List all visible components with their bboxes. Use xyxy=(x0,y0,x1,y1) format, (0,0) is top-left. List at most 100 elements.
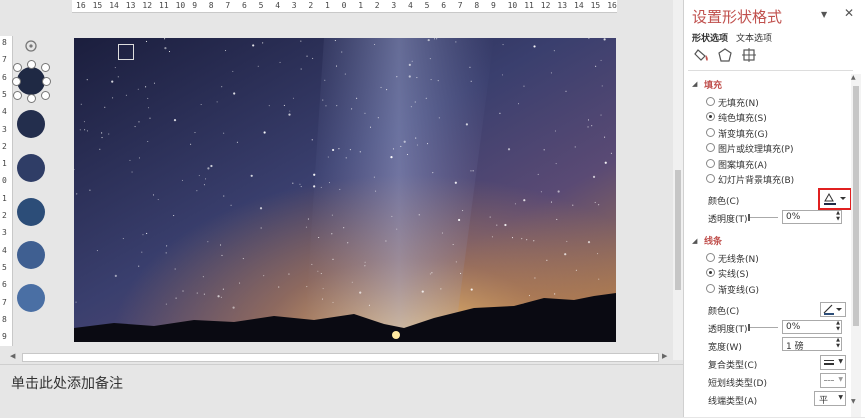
fill-option-radio[interactable] xyxy=(706,97,715,106)
star-dot xyxy=(385,240,387,242)
star-dot xyxy=(312,57,314,59)
close-icon[interactable]: ✕ xyxy=(844,6,854,20)
color-swatch-circle[interactable] xyxy=(17,241,45,269)
star-dot xyxy=(175,297,177,299)
star-dot xyxy=(259,207,263,210)
star-dot xyxy=(138,157,141,159)
fill-option-label[interactable]: 图片或纹理填充(P) xyxy=(718,142,793,155)
star-dot xyxy=(252,44,255,47)
star-dot xyxy=(604,161,607,164)
ruler-tick-label: 2 xyxy=(308,1,314,10)
fill-transparency-input[interactable]: 0% ▲ ▼ xyxy=(782,210,842,224)
star-dot xyxy=(300,68,302,70)
star-dot xyxy=(526,239,528,241)
ruler-tick-label: 10 xyxy=(507,1,518,10)
fill-color-button[interactable] xyxy=(818,188,852,210)
line-option-radio[interactable] xyxy=(706,253,715,262)
star-dot xyxy=(278,286,280,288)
notes-pane[interactable]: 单击此处添加备注 xyxy=(0,364,683,418)
cap-type-label: 线端类型(A) xyxy=(708,397,758,407)
selection-square[interactable] xyxy=(118,44,134,60)
fill-option-radio[interactable] xyxy=(706,159,715,168)
dash-type-dropdown[interactable]: ▼ xyxy=(820,373,846,388)
line-width-input[interactable]: 1 磅 ▲ ▼ xyxy=(782,337,842,352)
line-color-button[interactable] xyxy=(820,302,846,317)
line-width-label: 宽度(W) xyxy=(708,343,742,353)
star-dot xyxy=(165,252,167,254)
horizontal-scrollbar[interactable]: ◀ ▶ xyxy=(10,352,670,362)
star-dot xyxy=(356,97,358,99)
ruler-tick-label: 1 xyxy=(358,1,364,10)
dash-type-label: 短划线类型(D) xyxy=(708,379,767,389)
selection-handle[interactable] xyxy=(41,63,50,72)
fill-option-label[interactable]: 无填充(N) xyxy=(718,96,759,109)
star-dot xyxy=(134,126,136,128)
star-dot xyxy=(587,119,590,121)
star-dot xyxy=(408,63,411,66)
color-swatch-circle[interactable] xyxy=(17,110,45,138)
fill-line-icon[interactable] xyxy=(694,47,710,63)
selection-handle[interactable] xyxy=(13,91,22,100)
star-dot xyxy=(511,237,514,239)
star-dot xyxy=(288,113,291,116)
line-transparency-slider[interactable] xyxy=(748,324,778,331)
star-dot xyxy=(429,58,431,60)
ruler-tick-label: 3 xyxy=(291,1,297,10)
color-swatch-circle[interactable] xyxy=(17,67,45,95)
star-dot xyxy=(338,148,340,150)
star-dot xyxy=(601,85,603,87)
line-option-label[interactable]: 无线条(N) xyxy=(718,252,759,265)
fill-option-label[interactable]: 图案填充(A) xyxy=(718,158,767,171)
panel-scrollbar[interactable]: ▲ ▼ xyxy=(851,74,861,417)
star-dot xyxy=(306,286,308,288)
panel-menu-chevron-icon[interactable]: ▼ xyxy=(821,10,827,19)
selection-handle[interactable] xyxy=(27,94,36,103)
slide-canvas[interactable] xyxy=(74,38,616,342)
selection-handle[interactable] xyxy=(41,91,50,100)
fill-section-header[interactable]: 填充 xyxy=(704,78,722,91)
star-dot xyxy=(604,136,606,138)
star-dot xyxy=(433,38,436,40)
star-dot xyxy=(320,186,322,188)
color-swatch-circle[interactable] xyxy=(17,284,45,312)
cap-type-dropdown[interactable]: 平 ▼ xyxy=(814,391,846,406)
star-dot xyxy=(174,268,176,270)
star-dot xyxy=(553,50,555,52)
fill-option-label[interactable]: 幻灯片背景填充(B) xyxy=(718,173,794,186)
star-dot xyxy=(550,72,552,74)
selection-handle[interactable] xyxy=(13,63,22,72)
fill-option-radio[interactable] xyxy=(706,174,715,183)
compound-type-dropdown[interactable]: ▼ xyxy=(820,355,846,370)
line-option-label[interactable]: 渐变线(G) xyxy=(718,283,759,296)
line-transparency-input[interactable]: 0% ▲ ▼ xyxy=(782,320,842,334)
fill-option-radio[interactable] xyxy=(706,112,715,121)
star-dot xyxy=(111,80,114,83)
line-section-header[interactable]: 线条 xyxy=(704,234,722,247)
fill-transparency-slider[interactable] xyxy=(748,214,778,221)
vertical-scrollbar[interactable] xyxy=(673,0,683,360)
star-dot xyxy=(408,75,411,78)
fill-option-radio[interactable] xyxy=(706,143,715,152)
selection-handle[interactable] xyxy=(27,60,36,69)
star-dot xyxy=(168,50,171,53)
effects-icon[interactable] xyxy=(717,47,733,63)
fill-option-label[interactable]: 纯色填充(S) xyxy=(718,111,767,124)
fill-option-label[interactable]: 渐变填充(G) xyxy=(718,127,768,140)
star-dot xyxy=(375,190,377,192)
star-dot xyxy=(79,129,81,131)
tab-text-options[interactable]: 文本选项 xyxy=(736,31,772,44)
selection-handle[interactable] xyxy=(42,77,51,86)
size-properties-icon[interactable] xyxy=(741,47,757,63)
fill-option-radio[interactable] xyxy=(706,128,715,137)
tab-shape-options[interactable]: 形状选项 xyxy=(692,31,728,44)
color-swatch-circle[interactable] xyxy=(17,154,45,182)
line-option-radio[interactable] xyxy=(706,284,715,293)
line-option-radio[interactable] xyxy=(706,268,715,277)
star-dot xyxy=(432,172,434,174)
line-option-label[interactable]: 实线(S) xyxy=(718,267,749,280)
star-dot xyxy=(368,304,370,306)
star-dot xyxy=(364,112,366,114)
selection-handle[interactable] xyxy=(12,77,21,86)
color-swatch-circle[interactable] xyxy=(17,198,45,226)
ruler-tick-label: 1 xyxy=(325,1,330,10)
